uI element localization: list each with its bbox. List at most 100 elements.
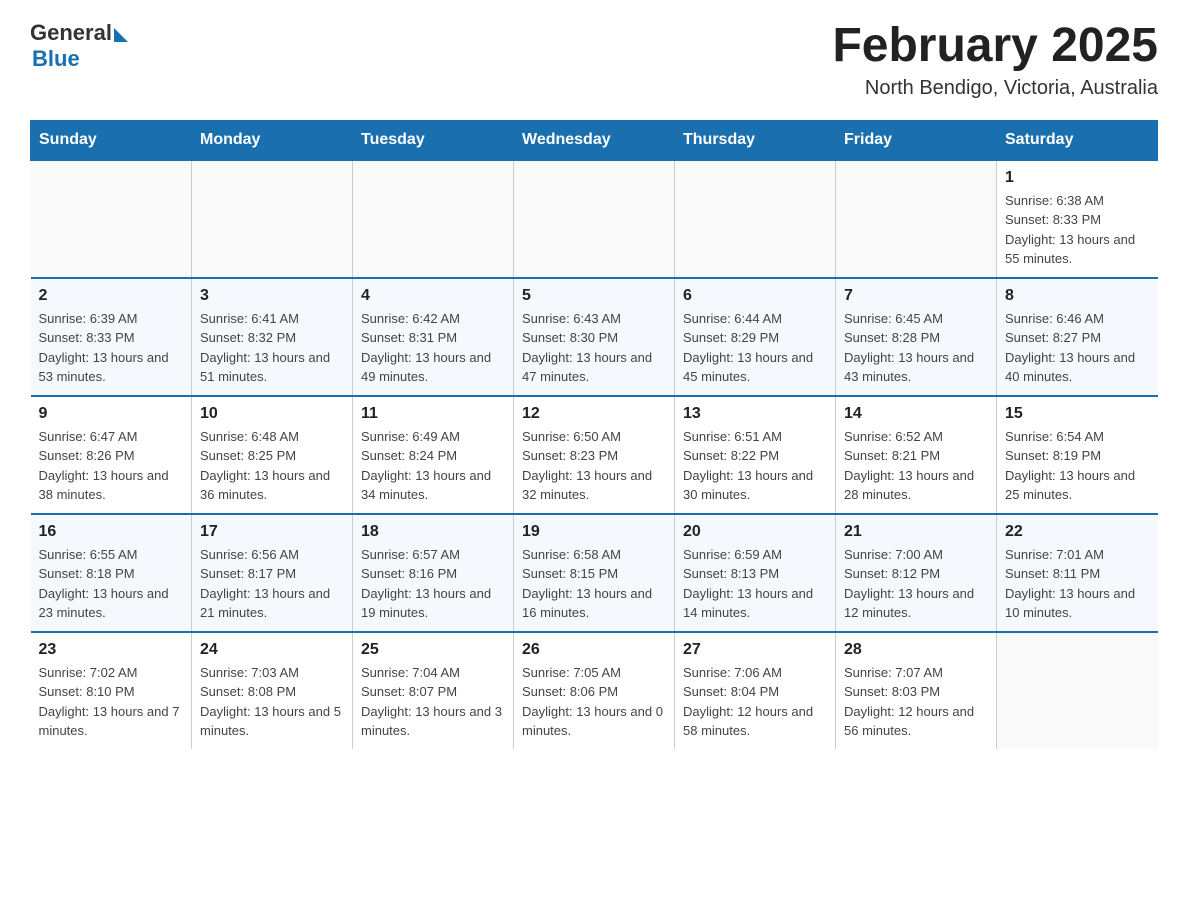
day-info: Sunrise: 6:46 AM Sunset: 8:27 PM Dayligh… — [1005, 309, 1150, 387]
day-number: 2 — [39, 287, 184, 305]
calendar-table: SundayMondayTuesdayWednesdayThursdayFrid… — [30, 120, 1158, 749]
location-subtitle: North Bendigo, Victoria, Australia — [832, 77, 1158, 100]
calendar-day-cell: 25 Sunrise: 7:04 AM Sunset: 8:07 PM Dayli… — [353, 632, 514, 749]
day-info: Sunrise: 6:39 AM Sunset: 8:33 PM Dayligh… — [39, 309, 184, 387]
calendar-day-cell — [192, 160, 353, 278]
day-info: Sunrise: 7:03 AM Sunset: 8:08 PM Dayligh… — [200, 663, 344, 741]
calendar-day-cell: 14 Sunrise: 6:52 AM Sunset: 8:21 PM Dayli… — [836, 396, 997, 514]
day-info: Sunrise: 6:48 AM Sunset: 8:25 PM Dayligh… — [200, 427, 344, 505]
day-info: Sunrise: 7:02 AM Sunset: 8:10 PM Dayligh… — [39, 663, 184, 741]
logo-general-text: General — [30, 20, 112, 46]
day-info: Sunrise: 6:55 AM Sunset: 8:18 PM Dayligh… — [39, 545, 184, 623]
calendar-day-cell: 1Sunrise: 6:38 AM Sunset: 8:33 PM Daylig… — [997, 160, 1158, 278]
day-info: Sunrise: 6:49 AM Sunset: 8:24 PM Dayligh… — [361, 427, 505, 505]
day-info: Sunrise: 6:43 AM Sunset: 8:30 PM Dayligh… — [522, 309, 666, 387]
title-block: February 2025 North Bendigo, Victoria, A… — [832, 20, 1158, 100]
day-number: 23 — [39, 641, 184, 659]
day-number: 17 — [200, 523, 344, 541]
day-number: 20 — [683, 523, 827, 541]
calendar-day-cell: 4 Sunrise: 6:42 AM Sunset: 8:31 PM Daylig… — [353, 278, 514, 396]
day-number: 12 — [522, 405, 666, 423]
day-number: 18 — [361, 523, 505, 541]
calendar-day-cell: 9 Sunrise: 6:47 AM Sunset: 8:26 PM Daylig… — [31, 396, 192, 514]
logo-blue-text: Blue — [32, 46, 80, 72]
day-info: Sunrise: 6:51 AM Sunset: 8:22 PM Dayligh… — [683, 427, 827, 505]
day-number: 16 — [39, 523, 184, 541]
weekday-header-saturday: Saturday — [997, 120, 1158, 160]
day-number: 28 — [844, 641, 988, 659]
calendar-day-cell: 10 Sunrise: 6:48 AM Sunset: 8:25 PM Dayli… — [192, 396, 353, 514]
day-number: 19 — [522, 523, 666, 541]
day-number: 3 — [200, 287, 344, 305]
calendar-day-cell — [31, 160, 192, 278]
calendar-week-row: 23 Sunrise: 7:02 AM Sunset: 8:10 PM Dayli… — [31, 632, 1158, 749]
day-number: 21 — [844, 523, 988, 541]
calendar-week-row: 1Sunrise: 6:38 AM Sunset: 8:33 PM Daylig… — [31, 160, 1158, 278]
day-info: Sunrise: 6:42 AM Sunset: 8:31 PM Dayligh… — [361, 309, 505, 387]
day-number: 14 — [844, 405, 988, 423]
day-info: Sunrise: 7:01 AM Sunset: 8:11 PM Dayligh… — [1005, 545, 1150, 623]
day-info: Sunrise: 7:04 AM Sunset: 8:07 PM Dayligh… — [361, 663, 505, 741]
calendar-week-row: 16 Sunrise: 6:55 AM Sunset: 8:18 PM Dayli… — [31, 514, 1158, 632]
calendar-day-cell: 12 Sunrise: 6:50 AM Sunset: 8:23 PM Dayli… — [514, 396, 675, 514]
logo: General Blue — [30, 20, 128, 72]
calendar-day-cell: 24 Sunrise: 7:03 AM Sunset: 8:08 PM Dayli… — [192, 632, 353, 749]
calendar-day-cell: 21 Sunrise: 7:00 AM Sunset: 8:12 PM Dayli… — [836, 514, 997, 632]
calendar-week-row: 9 Sunrise: 6:47 AM Sunset: 8:26 PM Daylig… — [31, 396, 1158, 514]
day-info: Sunrise: 6:56 AM Sunset: 8:17 PM Dayligh… — [200, 545, 344, 623]
logo-arrow-icon — [114, 28, 128, 42]
weekday-header-thursday: Thursday — [675, 120, 836, 160]
calendar-day-cell — [514, 160, 675, 278]
day-number: 13 — [683, 405, 827, 423]
calendar-day-cell: 22 Sunrise: 7:01 AM Sunset: 8:11 PM Dayli… — [997, 514, 1158, 632]
calendar-day-cell: 6 Sunrise: 6:44 AM Sunset: 8:29 PM Daylig… — [675, 278, 836, 396]
day-info: Sunrise: 6:50 AM Sunset: 8:23 PM Dayligh… — [522, 427, 666, 505]
day-number: 7 — [844, 287, 988, 305]
day-info: Sunrise: 7:06 AM Sunset: 8:04 PM Dayligh… — [683, 663, 827, 741]
calendar-day-cell: 26Sunrise: 7:05 AM Sunset: 8:06 PM Dayli… — [514, 632, 675, 749]
calendar-day-cell — [836, 160, 997, 278]
day-number: 5 — [522, 287, 666, 305]
calendar-day-cell: 19 Sunrise: 6:58 AM Sunset: 8:15 PM Dayli… — [514, 514, 675, 632]
calendar-day-cell — [675, 160, 836, 278]
day-number: 4 — [361, 287, 505, 305]
page-header: General Blue February 2025 North Bendigo… — [30, 20, 1158, 100]
day-info: Sunrise: 6:59 AM Sunset: 8:13 PM Dayligh… — [683, 545, 827, 623]
calendar-day-cell — [353, 160, 514, 278]
calendar-day-cell: 8Sunrise: 6:46 AM Sunset: 8:27 PM Daylig… — [997, 278, 1158, 396]
weekday-header-tuesday: Tuesday — [353, 120, 514, 160]
weekday-header-friday: Friday — [836, 120, 997, 160]
day-info: Sunrise: 6:44 AM Sunset: 8:29 PM Dayligh… — [683, 309, 827, 387]
day-info: Sunrise: 6:52 AM Sunset: 8:21 PM Dayligh… — [844, 427, 988, 505]
calendar-day-cell: 13 Sunrise: 6:51 AM Sunset: 8:22 PM Dayli… — [675, 396, 836, 514]
day-info: Sunrise: 6:38 AM Sunset: 8:33 PM Dayligh… — [1005, 191, 1150, 269]
calendar-day-cell: 15Sunrise: 6:54 AM Sunset: 8:19 PM Dayli… — [997, 396, 1158, 514]
day-info: Sunrise: 6:57 AM Sunset: 8:16 PM Dayligh… — [361, 545, 505, 623]
calendar-day-cell: 16 Sunrise: 6:55 AM Sunset: 8:18 PM Dayli… — [31, 514, 192, 632]
day-info: Sunrise: 6:47 AM Sunset: 8:26 PM Dayligh… — [39, 427, 184, 505]
calendar-day-cell: 3Sunrise: 6:41 AM Sunset: 8:32 PM Daylig… — [192, 278, 353, 396]
day-number: 11 — [361, 405, 505, 423]
day-number: 10 — [200, 405, 344, 423]
day-info: Sunrise: 7:05 AM Sunset: 8:06 PM Dayligh… — [522, 663, 666, 741]
weekday-header-row: SundayMondayTuesdayWednesdayThursdayFrid… — [31, 120, 1158, 160]
calendar-day-cell: 28 Sunrise: 7:07 AM Sunset: 8:03 PM Dayli… — [836, 632, 997, 749]
weekday-header-wednesday: Wednesday — [514, 120, 675, 160]
day-info: Sunrise: 7:07 AM Sunset: 8:03 PM Dayligh… — [844, 663, 988, 741]
calendar-day-cell: 18 Sunrise: 6:57 AM Sunset: 8:16 PM Dayli… — [353, 514, 514, 632]
calendar-week-row: 2 Sunrise: 6:39 AM Sunset: 8:33 PM Daylig… — [31, 278, 1158, 396]
day-number: 6 — [683, 287, 827, 305]
day-number: 15 — [1005, 405, 1150, 423]
day-number: 25 — [361, 641, 505, 659]
day-number: 24 — [200, 641, 344, 659]
calendar-day-cell: 23 Sunrise: 7:02 AM Sunset: 8:10 PM Dayli… — [31, 632, 192, 749]
weekday-header-monday: Monday — [192, 120, 353, 160]
day-info: Sunrise: 6:58 AM Sunset: 8:15 PM Dayligh… — [522, 545, 666, 623]
day-info: Sunrise: 7:00 AM Sunset: 8:12 PM Dayligh… — [844, 545, 988, 623]
day-number: 9 — [39, 405, 184, 423]
calendar-day-cell — [997, 632, 1158, 749]
day-number: 22 — [1005, 523, 1150, 541]
calendar-day-cell: 27Sunrise: 7:06 AM Sunset: 8:04 PM Dayli… — [675, 632, 836, 749]
calendar-day-cell: 20 Sunrise: 6:59 AM Sunset: 8:13 PM Dayli… — [675, 514, 836, 632]
day-info: Sunrise: 6:45 AM Sunset: 8:28 PM Dayligh… — [844, 309, 988, 387]
